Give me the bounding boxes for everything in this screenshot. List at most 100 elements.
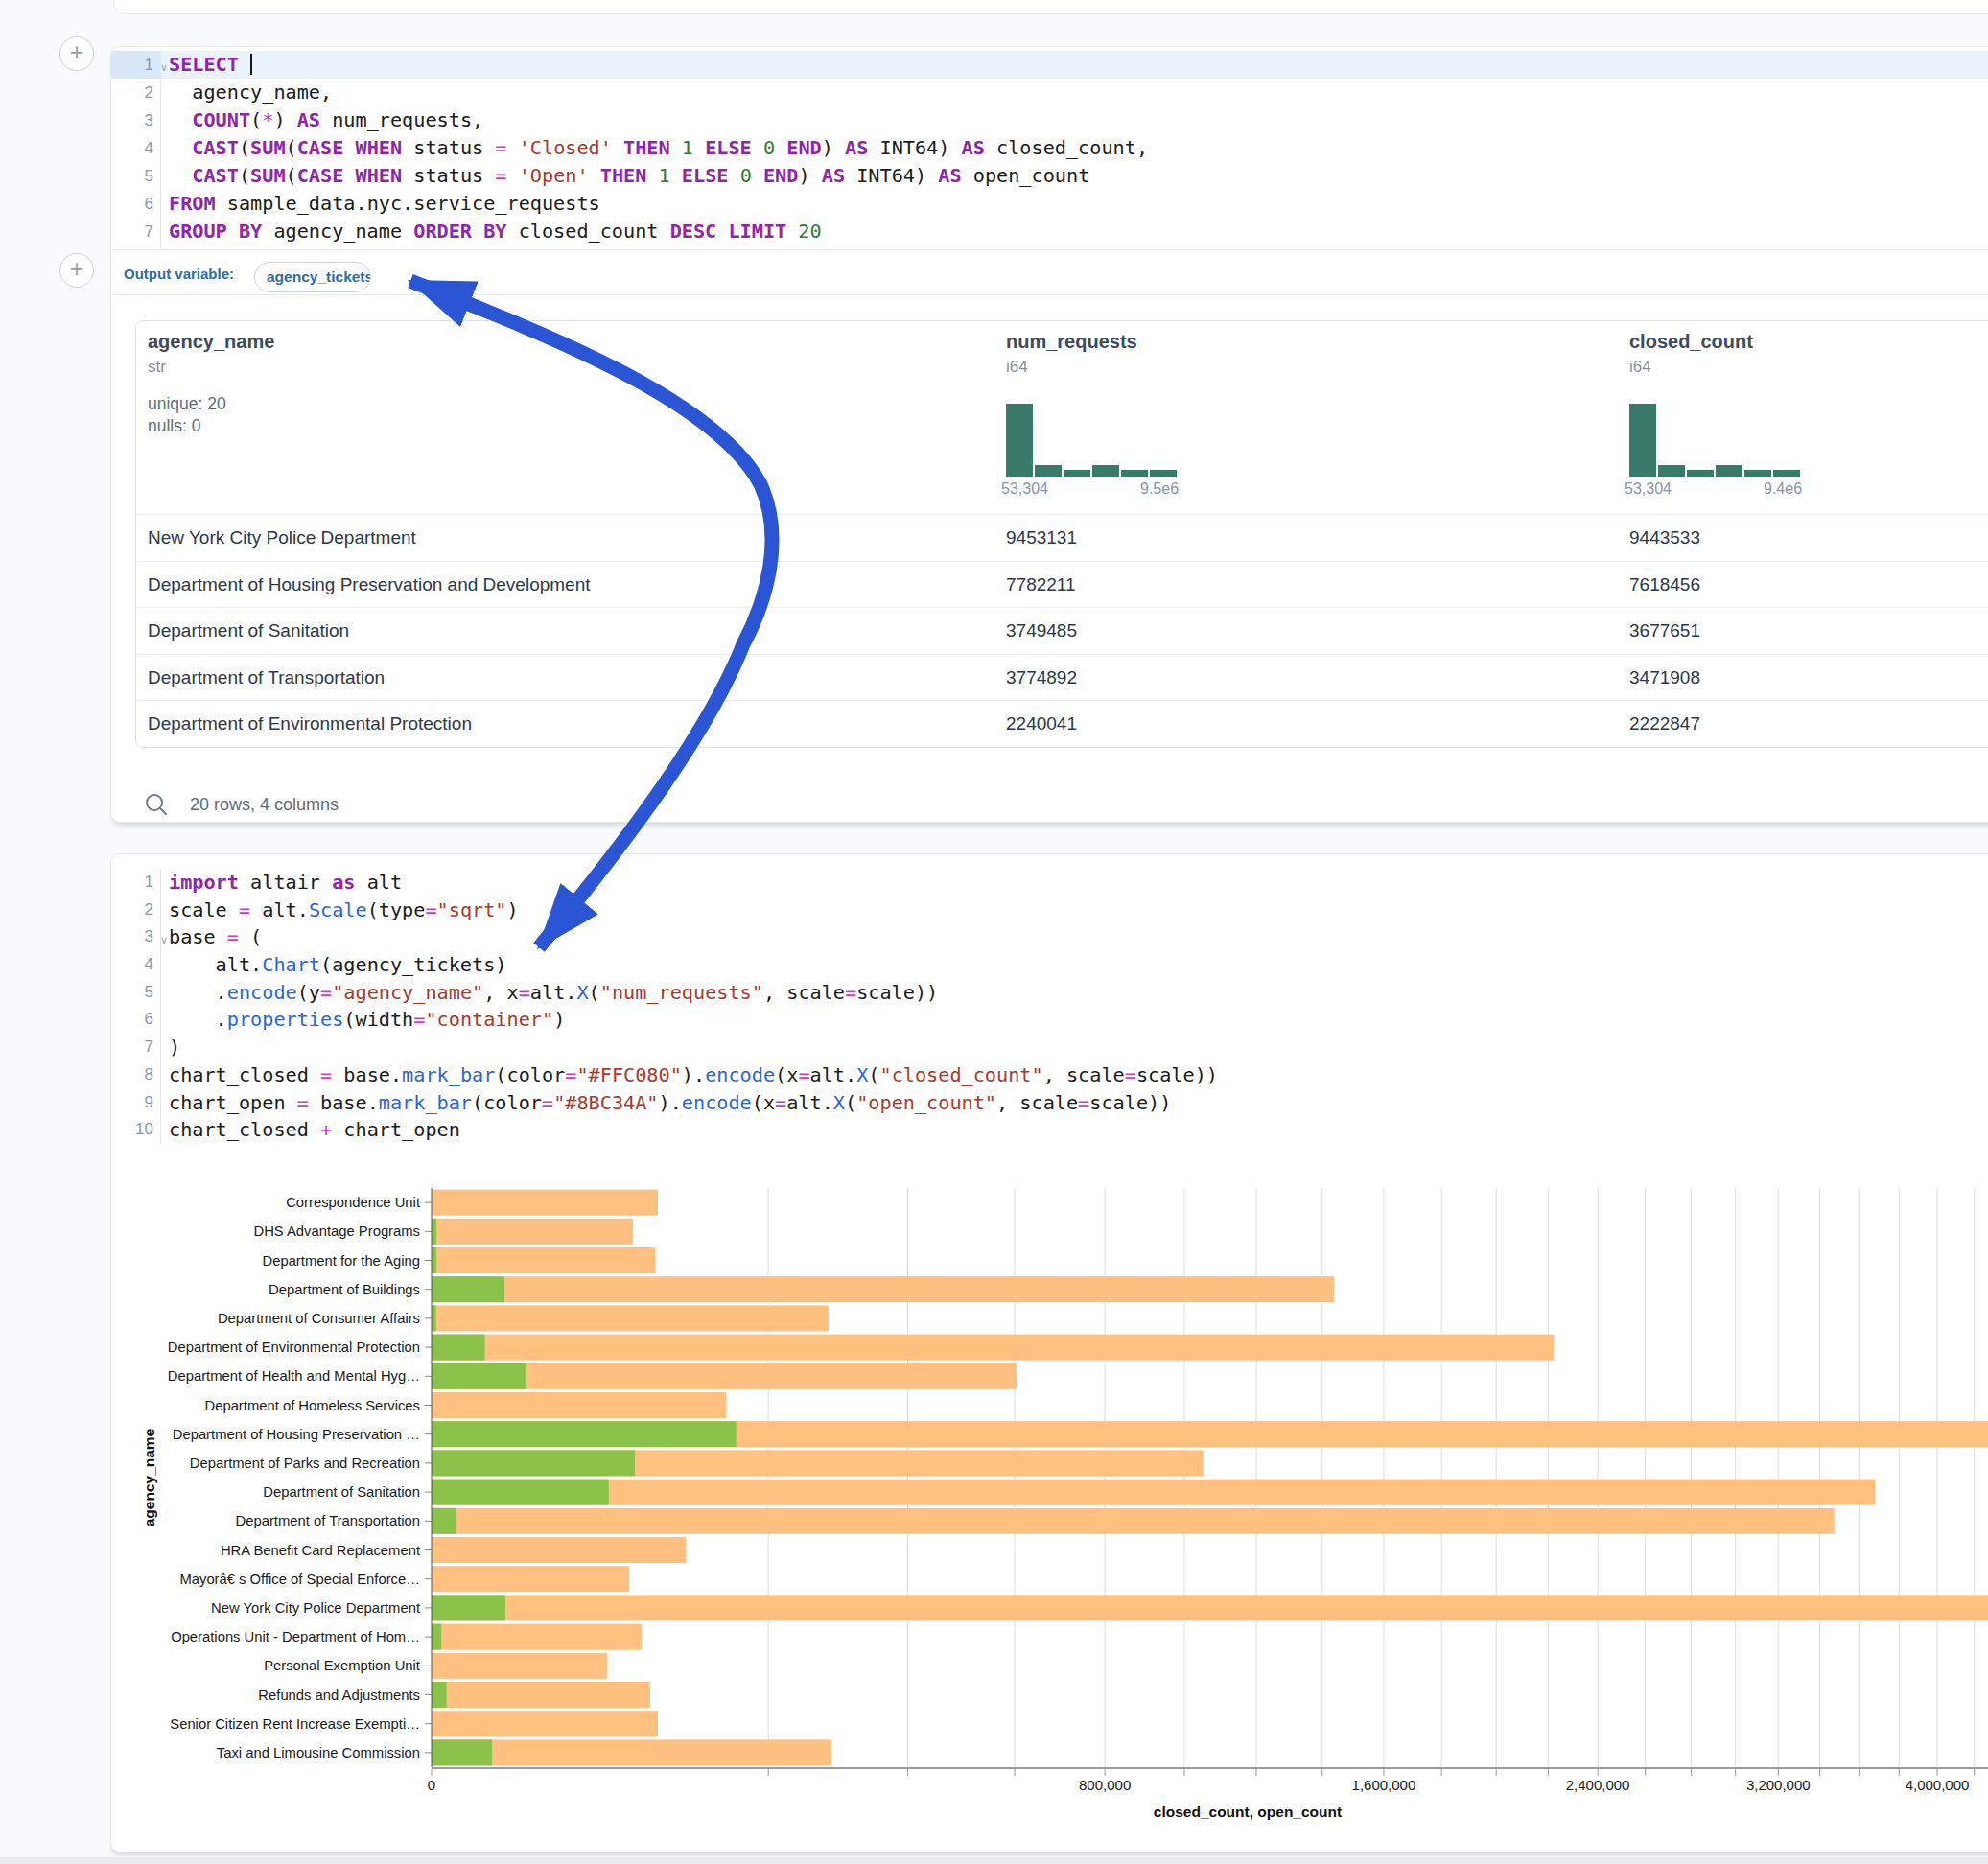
- closed-bar: [432, 1276, 1334, 1302]
- column-stats: nulls: 0: [148, 416, 200, 436]
- line-number: 7: [111, 218, 153, 245]
- svg-text:Refunds and Adjustments: Refunds and Adjustments: [258, 1688, 420, 1703]
- svg-text:agency_name: agency_name: [141, 1428, 157, 1526]
- code-line: .encode(y="agency_name", x=alt.X("num_re…: [169, 979, 1218, 1007]
- line-number: 3: [111, 106, 153, 134]
- code-line: chart_closed = base.mark_bar(color="#FFC…: [169, 1061, 1218, 1089]
- output-variable-chip[interactable]: agency_tickets: [254, 262, 371, 292]
- closed-bar: [432, 1566, 629, 1592]
- line-number: 7: [111, 1034, 153, 1061]
- column-histogram: [1006, 404, 1179, 477]
- open-bar: [432, 1450, 635, 1476]
- open-bar: [432, 1247, 436, 1273]
- open-bar: [432, 1305, 436, 1331]
- search-icon[interactable]: [143, 791, 170, 818]
- fold-chevron-icon[interactable]: ∨: [160, 54, 168, 82]
- table-cell: 2240041: [1006, 701, 1077, 748]
- svg-text:3,200,000: 3,200,000: [1746, 1777, 1811, 1793]
- column-stats: unique: 20: [148, 394, 226, 414]
- table-cell: Department of Housing Preservation and D…: [148, 562, 591, 609]
- table-row[interactable]: Department of Housing Preservation and D…: [136, 561, 1988, 609]
- closed-bar: [432, 1480, 1875, 1505]
- svg-text:0: 0: [428, 1777, 435, 1793]
- line-numbers: 1∨234567: [111, 51, 153, 245]
- svg-text:Department of Housing Preserva: Department of Housing Preservation …: [173, 1427, 420, 1442]
- line-number: 2: [111, 79, 153, 106]
- table-row[interactable]: Department of Sanitation37494853677651: [136, 607, 1988, 655]
- closed-bar: [432, 1190, 658, 1216]
- column-type: i64: [1629, 358, 1651, 377]
- code-line: COUNT(*) AS num_requests,: [169, 106, 1148, 134]
- svg-text:Department of Parks and Recrea: Department of Parks and Recreation: [190, 1456, 420, 1471]
- line-number: 5: [111, 979, 153, 1007]
- code-line: alt.Chart(agency_tickets): [169, 951, 1218, 979]
- closed-bar: [432, 1305, 829, 1331]
- table-row[interactable]: Department of Environmental Protection22…: [136, 700, 1988, 748]
- svg-text:DHS Advantage Programs: DHS Advantage Programs: [253, 1223, 420, 1239]
- svg-text:800,000: 800,000: [1079, 1777, 1131, 1793]
- code-line: scale = alt.Scale(type="sqrt"): [169, 897, 1218, 924]
- code-line: agency_name,: [169, 79, 1148, 106]
- table-cell: Department of Transportation: [148, 655, 385, 702]
- line-number: 1: [111, 869, 153, 897]
- svg-text:Mayorâ€ s Office of Special En: Mayorâ€ s Office of Special Enforce…: [179, 1572, 420, 1587]
- open-bar: [432, 1595, 505, 1620]
- svg-text:Department of Buildings: Department of Buildings: [269, 1282, 420, 1297]
- column-histogram: [1629, 404, 1802, 477]
- table-cell: 7618456: [1629, 562, 1700, 609]
- svg-text:Department of Homeless Service: Department of Homeless Services: [204, 1398, 420, 1413]
- code-line: base = (: [169, 923, 1218, 951]
- open-bar: [432, 1421, 737, 1447]
- line-number: 9: [111, 1089, 153, 1117]
- open-bar: [432, 1508, 456, 1534]
- column-type: str: [148, 358, 166, 377]
- svg-text:Department of Sanitation: Department of Sanitation: [263, 1484, 420, 1500]
- svg-text:Department of Environmental Pr: Department of Environmental Protection: [168, 1340, 420, 1355]
- next-cell-edge: [0, 1857, 1988, 1864]
- line-number: 4: [111, 134, 153, 162]
- add-cell-button[interactable]: +: [59, 253, 94, 288]
- closed-bar: [432, 1537, 686, 1563]
- closed-bar: [432, 1508, 1835, 1534]
- table-cell: 9443533: [1629, 515, 1700, 562]
- table-cell: 3677651: [1629, 608, 1700, 655]
- svg-text:Department of Health and Menta: Department of Health and Mental Hyg…: [168, 1368, 420, 1384]
- sql-code-editor[interactable]: SELECT agency_name, COUNT(*) AS num_requ…: [169, 51, 1148, 245]
- code-line: SELECT: [169, 51, 1148, 79]
- svg-text:Senior Citizen Rent Increase E: Senior Citizen Rent Increase Exempti…: [170, 1716, 420, 1732]
- line-number: 4: [111, 951, 153, 979]
- closed-bar: [432, 1247, 655, 1273]
- histogram-max: 9.5e6: [1140, 480, 1179, 498]
- open-bar: [432, 1219, 436, 1245]
- line-number: 6: [111, 190, 153, 218]
- line-numbers: 123∨45678910: [111, 869, 153, 1144]
- open-bar: [432, 1682, 447, 1708]
- open-bar: [432, 1335, 485, 1361]
- line-number: 6: [111, 1006, 153, 1034]
- output-variable-label: Output variable:: [124, 266, 234, 282]
- previous-cell-edge: [113, 0, 1988, 14]
- column-header[interactable]: closed_count: [1629, 331, 1753, 353]
- table-row[interactable]: New York City Police Department945313194…: [136, 514, 1988, 562]
- python-code-editor[interactable]: import altair as altscale = alt.Scale(ty…: [169, 869, 1218, 1144]
- open-bar: [432, 1739, 492, 1765]
- svg-text:Taxi and Limousine Commission: Taxi and Limousine Commission: [217, 1745, 420, 1760]
- open-bar: [432, 1624, 441, 1650]
- line-number: 2: [111, 897, 153, 924]
- fold-chevron-icon[interactable]: ∨: [160, 926, 168, 954]
- text-cursor: [250, 54, 252, 75]
- add-cell-button[interactable]: +: [59, 36, 94, 71]
- column-header[interactable]: num_requests: [1006, 331, 1137, 353]
- closed-bar: [432, 1219, 633, 1245]
- table-cell: 9453131: [1006, 515, 1077, 562]
- svg-text:2,400,000: 2,400,000: [1566, 1777, 1630, 1793]
- table-summary: 20 rows, 4 columns: [190, 795, 339, 815]
- table-row[interactable]: Department of Transportation 3774892 34719…: [136, 654, 1988, 702]
- bar-chart: Correspondence UnitDHS Advantage Program…: [111, 1123, 1988, 1850]
- table-cell: 3774892: [1006, 655, 1077, 702]
- column-header[interactable]: agency_name: [148, 331, 274, 353]
- svg-text:Department of Consumer Affairs: Department of Consumer Affairs: [218, 1311, 420, 1326]
- code-line: CAST(SUM(CASE WHEN status = 'Open' THEN …: [169, 162, 1148, 190]
- table-cell: 3471908: [1629, 655, 1700, 702]
- open-bar: [432, 1363, 526, 1389]
